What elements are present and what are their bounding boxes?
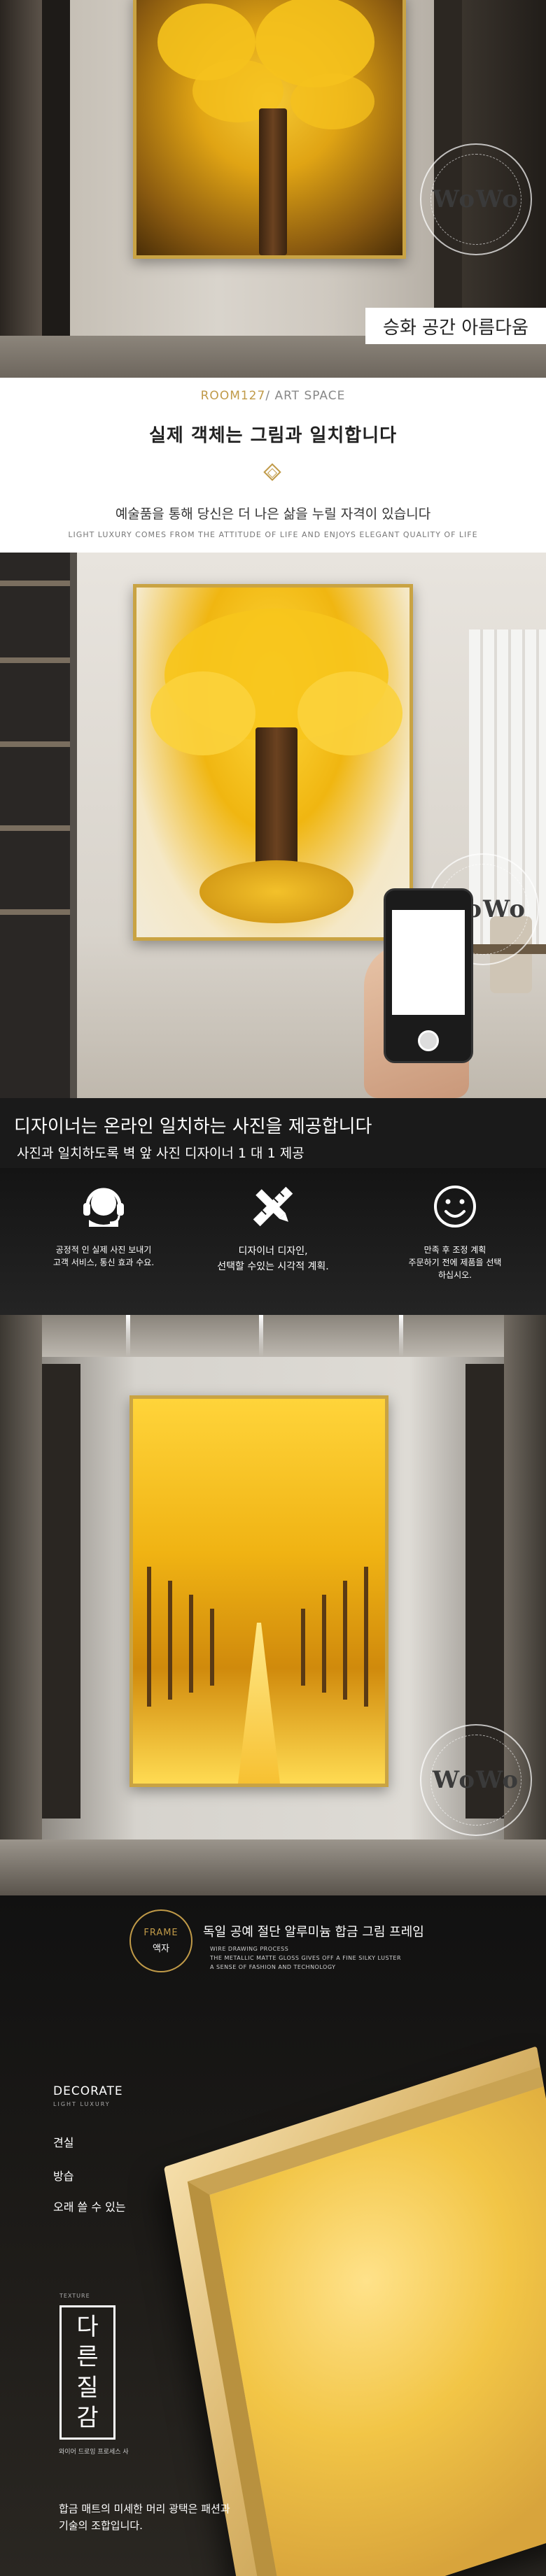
service-subline: 사진과 일치하도록 벽 앞 사진 디자이너 1 대 1 제공	[17, 1146, 304, 1161]
frame-badge: FRAME 액자	[130, 1909, 192, 1972]
smartphone	[384, 888, 473, 1063]
feature-text: 공정적 인 실제 사진 보내기 고객 서비스, 통신 효과 수요.	[52, 1245, 155, 1267]
intro-tagline: LIGHT LUXURY COMES FROM THE ATTITUDE OF …	[68, 530, 478, 539]
tree-trunk	[210, 1609, 214, 1686]
headset-icon	[83, 1188, 124, 1227]
designer-service-panel: 디자이너는 온라인 일치하는 사진을 제공합니다 사진과 일치하도록 벽 앞 사…	[0, 1098, 546, 1315]
frame-title: 독일 공예 절단 알루미늄 합금 그림 프레임	[203, 1925, 424, 1940]
service-headline: 디자이너는 온라인 일치하는 사진을 제공합니다	[14, 1116, 372, 1137]
feature-durable: 오래 쓸 수 있는	[53, 2200, 126, 2214]
tree-trunk	[343, 1581, 347, 1700]
living-room-photo: WoWo	[0, 553, 546, 1098]
ginkgo-avenue-painting	[130, 1395, 388, 1787]
wowo-watermark: WoWo	[420, 143, 532, 255]
shelf-board	[0, 657, 70, 663]
frame-detail-panel: FRAME 액자 독일 공예 절단 알루미늄 합금 그림 프레임 WIRE DR…	[0, 1895, 546, 2576]
tree-trunk	[301, 1609, 305, 1686]
frame-bottom-text: 합금 매트의 미세한 머리 광택은 패션과 기술의 조합입니다.	[59, 2503, 230, 2532]
tree-trunk	[147, 1567, 151, 1707]
intro-subheadline: 예술품을 통해 당신은 더 나은 삶을 누릴 자격이 있습니다	[115, 506, 431, 522]
foliage-cluster	[290, 73, 374, 129]
texture-char: 른	[76, 2343, 99, 2372]
frame-badge-ko: 액자	[153, 1944, 169, 1954]
foliage-cluster	[150, 671, 255, 755]
tree-trunk	[364, 1567, 368, 1707]
ceiling-spotlight	[126, 1315, 130, 1357]
feature-text: 만족 후 조정 계획 주문하기 전에 제품을 선택 하십시오.	[408, 1245, 502, 1280]
texture-char: 감	[76, 2404, 99, 2433]
feature-text: 디자이너 디자인, 선택할 수있는 시각적 계획.	[217, 1246, 329, 1272]
feature-satisfaction: 만족 후 조정 계획 주문하기 전에 제품을 선택 하십시오.	[371, 1182, 539, 1281]
diamond-ornament-icon	[263, 463, 281, 481]
frame-corner-closeup	[164, 2046, 546, 2576]
feature-sturdy: 견실	[53, 2136, 74, 2149]
hallway-door-left	[42, 0, 70, 378]
ceiling-spotlight	[259, 1315, 263, 1357]
wowo-watermark: WoWo	[420, 1724, 532, 1836]
tree-trunk	[189, 1595, 193, 1693]
shelf-board	[0, 581, 70, 586]
service-features-row: 공정적 인 실제 사진 보내기 고객 서비스, 통신 효과 수요. 디자이너 디…	[0, 1168, 546, 1315]
intro-headline: 실제 객체는 그림과 일치합니다	[148, 425, 398, 446]
feature-moisture-proof: 방습	[53, 2170, 74, 2183]
feature-customer-service: 공정적 인 실제 사진 보내기 고객 서비스, 통신 효과 수요.	[20, 1182, 188, 1269]
texture-char: 다	[76, 2312, 99, 2341]
camera-shutter-icon	[418, 1030, 439, 1051]
hallway-wall-left	[0, 0, 42, 378]
frame-badge-en: FRAME	[144, 1928, 178, 1938]
decorate-sublabel: LIGHT LUXURY	[53, 2101, 111, 2107]
shelf-board	[0, 741, 70, 747]
display-shelf	[0, 553, 70, 1098]
decorate-label: DECORATE	[53, 2084, 123, 2098]
texture-vertical-box: 다 른 질 감	[59, 2305, 115, 2440]
hallway-wall-left	[0, 1315, 42, 1895]
texture-label: TEXTURE	[59, 2293, 90, 2299]
tree-trunk	[259, 108, 287, 255]
brand-room-label: ROOM127	[200, 389, 266, 403]
avenue-hallway-photo: WoWo	[0, 1315, 546, 1895]
brand-eyebrow: ROOM127/ ART SPACE	[0, 389, 546, 403]
tree-trunk	[168, 1581, 172, 1700]
feature-designer-plan: 디자이너 디자인, 선택할 수있는 시각적 계획.	[189, 1182, 357, 1274]
watermark-ring	[430, 154, 522, 245]
ceiling	[0, 1315, 546, 1357]
texture-note: 와이어 드로잉 프로세스 사	[59, 2449, 129, 2456]
pencil-ruler-icon	[253, 1186, 293, 1227]
watermark-ring	[430, 1735, 522, 1826]
frame-process-text: WIRE DRAWING PROCESS THE METALLIC MATTE …	[210, 1946, 402, 1970]
shelf-edge	[70, 553, 77, 1098]
smile-icon	[434, 1186, 476, 1227]
golden-money-tree-painting	[133, 584, 413, 941]
brand-art-space-label: / ART SPACE	[265, 389, 346, 403]
hero-caption: 승화 공간 아름다움	[365, 308, 546, 344]
hallway-door-left	[42, 1364, 80, 1819]
shelf-board	[0, 909, 70, 915]
intro-title-block: ROOM127/ ART SPACE 실제 객체는 그림과 일치합니다 예술품을…	[0, 378, 546, 553]
foliage-cluster	[298, 671, 402, 755]
tree-trunk	[322, 1595, 326, 1693]
ceiling-spotlight	[399, 1315, 403, 1357]
hero-hallway-photo: WoWo 승화 공간 아름다움	[0, 0, 546, 378]
gold-coin-pile	[200, 860, 354, 923]
money-tree-painting	[133, 0, 406, 259]
golden-road	[238, 1623, 280, 1784]
hallway-floor	[0, 1840, 546, 1895]
shelf-board	[0, 825, 70, 831]
phone-screen	[392, 910, 465, 1015]
texture-char: 질	[76, 2373, 99, 2402]
